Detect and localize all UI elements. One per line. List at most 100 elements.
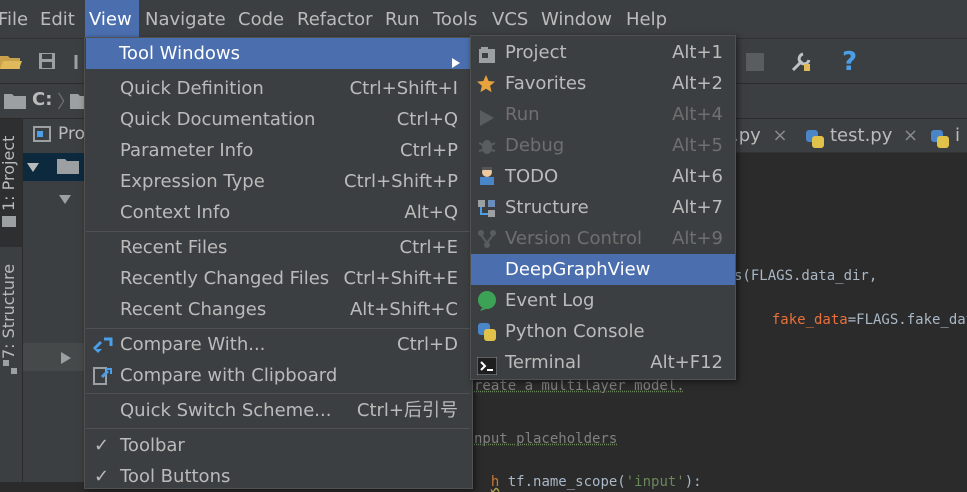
menu-item-shortcut: Alt+6 [672,166,723,187]
open-folder-icon[interactable] [0,53,22,75]
menu-item-label: TODO [505,166,559,187]
menu-item-shortcut: Alt+Shift+C [349,299,458,320]
expand-arrow-icon[interactable] [58,192,72,211]
menu-item-label: Tool Windows [119,43,241,64]
menu-item-shortcut: Ctrl+Shift+P [344,171,458,192]
menu-item-version-control[interactable]: Version Control Alt+9 [471,223,735,254]
menu-item-label: DeepGraphView [505,259,651,280]
side-tab-project[interactable]: 1: Project [0,136,18,211]
terminal-icon [476,354,498,385]
menu-item-label: Expression Type [120,171,265,192]
expand-arrow-icon[interactable] [26,160,40,179]
menu-item-shortcut: Alt+1 [672,42,723,63]
folder-icon [70,93,84,113]
view-menu: Tool Windows Quick Definition Ctrl+Shift… [84,37,473,489]
menu-bar: File Edit View Navigate Code Refactor Ru… [0,0,967,39]
menu-item-toolbar[interactable]: ✓ Toolbar [86,430,470,461]
menu-run[interactable]: Run [385,0,420,38]
menu-item-label: Version Control [505,228,642,249]
menu-item-quick-switch-scheme[interactable]: Quick Switch Scheme... Ctrl+后引号 [86,395,470,426]
menu-refactor[interactable]: Refactor [297,0,373,38]
tree-row[interactable] [23,343,85,371]
menu-vcs[interactable]: VCS [492,0,528,38]
settings-wrench-icon[interactable] [789,50,813,78]
menu-item-shortcut: Alt+7 [672,197,723,218]
code-text: tf.name_scope( [499,474,626,490]
menu-item-label: Run [505,104,540,125]
side-tab-structure[interactable]: 7: Structure [0,264,18,359]
menu-help[interactable]: Help [626,0,667,38]
stop-icon[interactable] [745,52,765,76]
menu-item-recent-changes[interactable]: Recent Changes Alt+Shift+C [86,294,470,325]
menu-view[interactable]: View [85,0,139,38]
menu-item-label: Recent Changes [120,299,267,320]
menu-item-compare-with-clipboard[interactable]: Compare with Clipboard [86,360,470,391]
menu-separator [86,393,470,394]
menu-item-recently-changed-files[interactable]: Recently Changed Files Ctrl+Shift+E [86,263,470,294]
menu-item-favorites[interactable]: Favorites Alt+2 [471,68,735,99]
menu-separator [86,428,470,429]
menu-item-label: Project [505,42,567,63]
menu-item-quick-documentation[interactable]: Quick Documentation Ctrl+Q [86,104,470,135]
code-text: ): [684,474,702,490]
menu-item-compare-with[interactable]: Compare With... Ctrl+D [86,329,470,360]
menu-item-todo[interactable]: TODO Alt+6 [471,161,735,192]
menu-file[interactable]: File [0,0,28,38]
code-comment: reate a multilayer model. [474,378,685,394]
menu-item-label: Context Info [120,202,231,223]
menu-item-expression-type[interactable]: Expression Type Ctrl+Shift+P [86,166,470,197]
breadcrumb-drive[interactable]: C: [32,89,52,110]
folder-icon [57,158,79,178]
collapsed-arrow-icon[interactable] [59,350,73,369]
menu-item-debug[interactable]: Debug Alt+5 [471,130,735,161]
menu-item-shortcut: Alt+5 [672,135,723,156]
menu-item-deepgraphview[interactable]: DeepGraphView [471,254,735,285]
editor-tab-label: .py [733,125,761,146]
menu-item-run[interactable]: Run Alt+4 [471,99,735,130]
menu-item-recent-files[interactable]: Recent Files Ctrl+E [86,232,470,263]
menu-item-python-console[interactable]: Python Console [471,316,735,347]
editor-tab-label: test.py [830,125,893,146]
menu-edit[interactable]: Edit [40,0,75,38]
menu-item-quick-definition[interactable]: Quick Definition Ctrl+Shift+I [86,73,470,104]
menu-item-shortcut: Alt+Q [404,202,458,223]
menu-item-label: Debug [505,135,565,156]
close-icon[interactable]: × [773,125,788,146]
menu-item-structure[interactable]: Structure Alt+7 [471,192,735,223]
menu-item-shortcut: Ctrl+后引号 [356,400,458,421]
menu-item-label: Quick Switch Scheme... [120,400,332,421]
editor-tab[interactable]: .py × [733,119,788,152]
menu-item-project[interactable]: Project Alt+1 [471,37,735,68]
checkmark-icon: ✓ [94,435,110,456]
save-icon[interactable] [38,52,56,74]
menu-item-shortcut: Ctrl+P [400,140,458,161]
sync-icon[interactable] [74,53,84,75]
menu-item-tool-buttons[interactable]: ✓ Tool Buttons [86,461,470,492]
menu-item-shortcut: Ctrl+D [397,334,458,355]
project-panel-icon [33,126,51,146]
menu-navigate[interactable]: Navigate [145,0,226,38]
menu-item-label: Toolbar [120,435,185,456]
menu-item-terminal[interactable]: Terminal Alt+F12 [471,347,735,378]
menu-item-label: Favorites [505,73,587,94]
menu-item-label: Event Log [505,290,595,311]
menu-item-parameter-info[interactable]: Parameter Info Ctrl+P [86,135,470,166]
tree-row-selected[interactable] [23,153,85,181]
editor-tab-label: i [955,125,961,146]
menu-item-tool-windows[interactable]: Tool Windows [86,38,470,69]
menu-code[interactable]: Code [238,0,284,38]
help-icon[interactable]: ? [842,47,857,77]
code-line: h tf.name_scope('input'): [474,458,702,490]
menu-item-shortcut: Ctrl+Q [396,109,458,130]
folder-icon [4,93,26,113]
menu-item-event-log[interactable]: Event Log [471,285,735,316]
python-file-icon [805,127,825,161]
menu-item-shortcut: Ctrl+E [399,237,458,258]
checkmark-icon: ✓ [94,466,110,487]
tool-windows-submenu: Project Alt+1 Favorites Alt+2 Run Alt+4 … [470,35,736,380]
code-text: =FLAGS.fake_dat [847,312,967,328]
close-icon[interactable]: × [903,119,918,153]
menu-tools[interactable]: Tools [433,0,477,38]
menu-item-context-info[interactable]: Context Info Alt+Q [86,197,470,228]
menu-window[interactable]: Window [541,0,612,38]
